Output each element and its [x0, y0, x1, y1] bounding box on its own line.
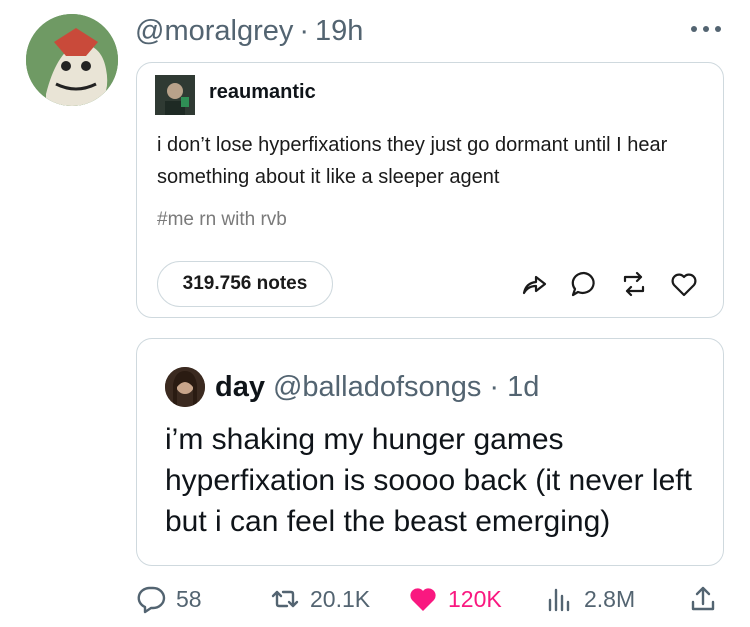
author-handle[interactable]: @moralgrey	[135, 15, 293, 48]
reply-icon[interactable]	[569, 269, 599, 299]
tweet-header: @moralgrey · 19h	[135, 14, 363, 48]
heart-filled-icon	[410, 588, 436, 611]
tweet-time[interactable]: 19h	[315, 15, 363, 48]
reply-button[interactable]: 58	[136, 584, 202, 614]
like-count: 120K	[448, 585, 502, 612]
profile-avatar[interactable]	[26, 14, 118, 106]
views-icon	[548, 588, 570, 612]
quoted-tweet[interactable]: day @balladofsongs · 1d i’m shaking my h…	[136, 338, 724, 566]
notes-button[interactable]: 319.756 notes	[157, 261, 333, 307]
views-count: 2.8M	[584, 585, 636, 612]
repost-count: 20.1K	[310, 585, 371, 612]
share-button[interactable]	[688, 584, 718, 614]
repost-icon	[271, 590, 299, 608]
embedded-tumblr-post[interactable]: reaumantic i don’t lose hyperfixations t…	[136, 62, 724, 318]
tumblr-avatar	[155, 75, 195, 115]
heart-icon[interactable]	[669, 269, 699, 299]
separator-dot: ·	[489, 371, 500, 403]
like-button[interactable]: 120K	[408, 584, 502, 614]
share-upload-icon	[691, 586, 715, 611]
reply-count: 58	[176, 585, 202, 612]
tumblr-post-text: i don’t lose hyperfixations they just go…	[157, 134, 668, 188]
quoted-display-name[interactable]: day	[215, 371, 265, 404]
reblog-icon[interactable]	[619, 269, 649, 299]
quoted-avatar[interactable]	[165, 367, 205, 407]
repost-button[interactable]: 20.1K	[270, 584, 370, 614]
tumblr-tag[interactable]: #me rn with rvb	[157, 209, 287, 231]
tumblr-username[interactable]: reaumantic	[209, 81, 316, 104]
separator-dot: ·	[299, 14, 310, 47]
more-options-icon[interactable]	[686, 15, 726, 43]
quoted-text: i’m shaking my hunger games hyperfixatio…	[165, 423, 692, 538]
quoted-header: day @balladofsongs · 1d	[215, 371, 539, 404]
views-button[interactable]: 2.8M	[544, 584, 635, 614]
reply-icon	[137, 586, 166, 614]
quoted-time[interactable]: 1d	[507, 371, 539, 404]
share-icon[interactable]	[519, 269, 549, 299]
tweet-actions: 58 20.1K 120K 2.8M	[136, 584, 726, 624]
quoted-handle[interactable]: @balladofsongs	[273, 371, 481, 404]
tumblr-actions	[519, 269, 699, 299]
